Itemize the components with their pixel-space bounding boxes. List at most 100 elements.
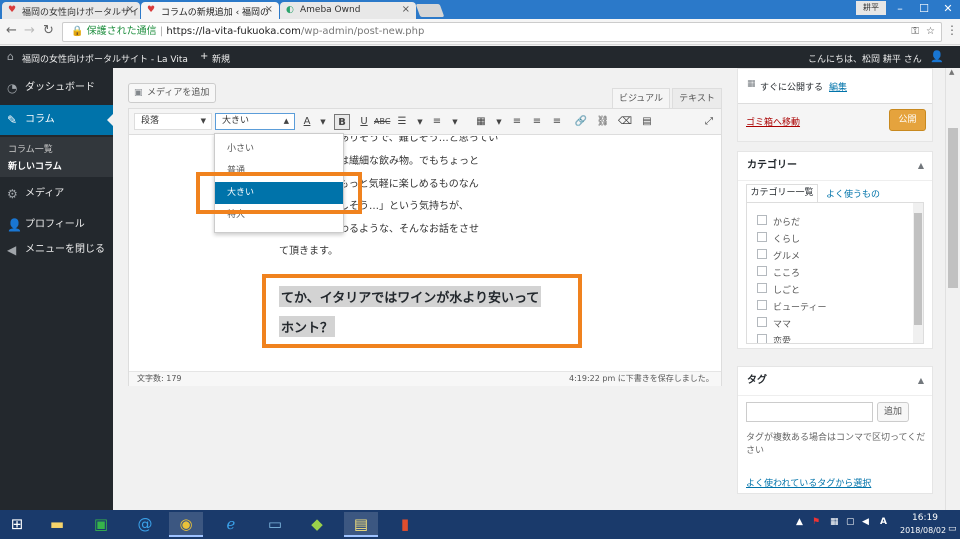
underline-icon[interactable]: U	[356, 114, 372, 130]
collapse-arrow-icon[interactable]: ▲	[918, 161, 924, 170]
key-icon[interactable]: ⚿	[911, 23, 919, 41]
color-dropdown-icon[interactable]: ▼	[315, 114, 331, 130]
category-checkbox[interactable]	[757, 317, 767, 327]
category-scroll-thumb[interactable]	[914, 213, 922, 325]
close-window-icon[interactable]: ✕	[936, 0, 960, 18]
trash-link[interactable]: ゴミ箱へ移動	[746, 115, 800, 128]
page-scroll-thumb[interactable]	[948, 128, 958, 288]
new-content-link[interactable]: 新規	[212, 52, 230, 65]
category-checkbox[interactable]	[757, 300, 767, 310]
category-checkbox[interactable]	[757, 334, 767, 343]
page-scrollbar[interactable]: ▲	[945, 68, 960, 510]
category-box: カテゴリー ▲ カテゴリー一覧 よく使うもの からだ くらし グルメ こころ し…	[737, 151, 933, 349]
collapse-arrow-icon[interactable]: ▲	[918, 376, 924, 385]
tray-up-icon[interactable]: ▲	[796, 517, 803, 527]
file-explorer-icon[interactable]: ▬	[40, 512, 74, 537]
scroll-up-icon[interactable]: ▲	[949, 68, 954, 76]
category-checkbox[interactable]	[757, 266, 767, 276]
size-option-small[interactable]: 小さい	[215, 138, 343, 160]
speaker-tray-icon[interactable]: ◀	[862, 517, 869, 527]
submenu-new-column[interactable]: 新しいコラム	[8, 159, 62, 172]
unlink-icon[interactable]: ⛓	[595, 114, 611, 130]
browser-tab-2[interactable]: ♥ コラムの新規追加 ‹ 福岡の ×	[141, 2, 279, 19]
tab-category-all[interactable]: カテゴリー一覧	[746, 184, 818, 202]
home-icon[interactable]: ⌂	[7, 50, 14, 63]
sidebar-item-dashboard[interactable]: ◔ ダッシュボード	[0, 73, 113, 103]
eraser-icon[interactable]: ⌫	[617, 114, 633, 130]
start-windows-icon[interactable]: ⊞	[0, 512, 34, 537]
close-tab-icon[interactable]: ×	[402, 4, 410, 15]
avatar-icon[interactable]: 👤	[930, 50, 944, 63]
link-icon[interactable]: 🔗	[573, 114, 589, 130]
url-field[interactable]: 🔒 保護された通信 | https://la-vita-fukuoka.com/…	[62, 22, 942, 42]
mail-icon[interactable]: @	[128, 512, 162, 537]
category-label: くらし	[773, 235, 801, 245]
strikethrough-icon[interactable]: ABC	[374, 114, 390, 130]
paste-icon[interactable]: ▤	[639, 114, 655, 130]
site-name-link[interactable]: 福岡の女性向けポータルサイト - La Vita	[22, 52, 188, 65]
browser-tab-3[interactable]: ◐ Ameba Ownd ×	[280, 2, 416, 19]
ime-a-icon[interactable]: A	[880, 517, 887, 527]
bold-icon[interactable]: B	[334, 114, 350, 130]
network-tray-icon[interactable]: ▦	[830, 517, 839, 527]
back-icon[interactable]: ←	[6, 23, 17, 38]
chevron-down-icon[interactable]: ▼	[412, 114, 428, 130]
table-icon[interactable]: ▦	[473, 114, 489, 130]
add-tag-button[interactable]: 追加	[877, 402, 909, 422]
red-app-icon[interactable]: ▮	[388, 512, 422, 537]
category-checkbox[interactable]	[757, 232, 767, 242]
bookmark-star-icon[interactable]: ☆	[926, 23, 935, 41]
numbered-list-icon[interactable]: ≡	[429, 114, 445, 130]
tab-category-popular[interactable]: よく使うもの	[826, 187, 880, 200]
tab-text[interactable]: テキスト	[672, 88, 722, 108]
align-left-icon[interactable]: ≡	[509, 114, 525, 130]
sidebar-item-media[interactable]: ⚙ メディア	[0, 179, 113, 209]
internet-explorer-icon[interactable]: ℯ	[214, 512, 248, 537]
tray-time[interactable]: 16:19	[912, 513, 938, 523]
tag-input[interactable]	[746, 402, 873, 422]
menu-dots-icon[interactable]: ⋮	[946, 23, 958, 37]
reload-icon[interactable]: ↻	[43, 23, 54, 38]
window-user-badge: 耕平	[856, 1, 886, 15]
notification-icon[interactable]: ▭	[948, 524, 957, 534]
forward-icon[interactable]: →	[24, 23, 35, 38]
fullscreen-icon[interactable]: ⤢	[701, 114, 717, 130]
user-greeting[interactable]: こんにちは、松岡 耕平 さん	[808, 52, 922, 65]
format-select[interactable]: 段落 ▼	[134, 113, 212, 130]
close-tab-icon[interactable]: ×	[265, 4, 273, 15]
tab-visual[interactable]: ビジュアル	[612, 88, 670, 108]
sidebar-item-collapse[interactable]: ◀ メニューを閉じる	[0, 235, 113, 265]
maximize-icon[interactable]: ☐	[912, 0, 936, 18]
align-right-icon[interactable]: ≡	[549, 114, 565, 130]
align-center-icon[interactable]: ≡	[529, 114, 545, 130]
bullet-list-icon[interactable]: ☰	[394, 114, 410, 130]
tray-date[interactable]: 2018/08/02	[900, 526, 946, 535]
font-size-select[interactable]: 大きい ▲	[215, 113, 295, 130]
tag-app-icon[interactable]: ◆	[300, 512, 334, 537]
close-tab-icon[interactable]: ×	[126, 4, 134, 15]
category-scrollbar[interactable]	[913, 203, 923, 343]
submenu-column-list[interactable]: コラム一覧	[8, 142, 53, 155]
new-tab-button[interactable]	[415, 4, 445, 17]
sidebar-item-column[interactable]: ✎ コラム	[0, 105, 113, 135]
contacts-app-icon[interactable]: ▤	[344, 512, 378, 537]
chevron-down-icon[interactable]: ▼	[447, 114, 463, 130]
popular-tags-link[interactable]: よく使われているタグから選択	[746, 476, 871, 489]
dashboard-icon: ◔	[7, 81, 18, 95]
autosave-status: 4:19:22 pm に下書きを保存しました。	[569, 374, 714, 383]
chrome-icon[interactable]: ◉	[169, 512, 203, 537]
chevron-down-icon[interactable]: ▼	[491, 114, 507, 130]
category-checkbox[interactable]	[757, 215, 767, 225]
edit-publish-date-link[interactable]: 編集	[829, 80, 847, 93]
security-tray-icon[interactable]: ⚑	[812, 517, 820, 527]
chat-tray-icon[interactable]: ▢	[846, 517, 855, 527]
browser-tab-1[interactable]: ♥ 福岡の女性向けポータルサイ ×	[2, 2, 140, 19]
add-media-button[interactable]: ▣ メディアを追加	[128, 83, 216, 103]
publish-button[interactable]: 公開	[889, 109, 926, 131]
photos-icon[interactable]: ▭	[258, 512, 292, 537]
store-icon[interactable]: ▣	[84, 512, 118, 537]
category-checkbox[interactable]	[757, 249, 767, 259]
category-checkbox[interactable]	[757, 283, 767, 293]
text-color-icon[interactable]: A	[299, 114, 315, 130]
minimize-icon[interactable]: –	[888, 0, 912, 18]
